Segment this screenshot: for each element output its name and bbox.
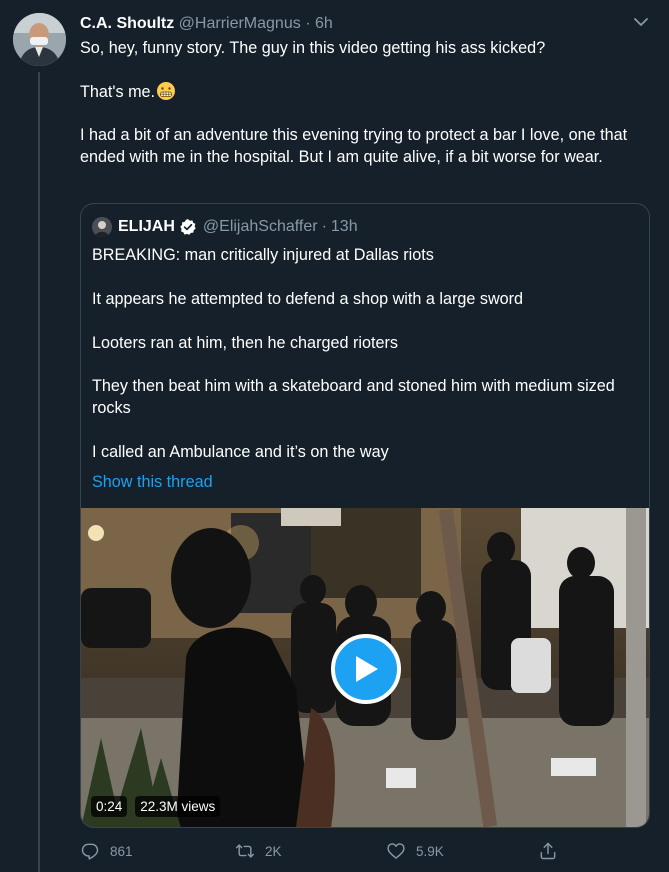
tweet-text-line1: So, hey, funny story. The guy in this vi… [80,39,546,57]
play-icon [356,656,378,682]
author-avatar-image [13,13,66,66]
quoted-paragraph: Looters ran at him, then he charged riot… [92,333,398,352]
verified-badge-icon [180,219,196,235]
reply-button[interactable]: 861 [80,841,133,861]
tweet-actions: 861 2K 5.9K [80,841,560,863]
heart-icon [387,843,405,859]
video-stats: 0:24 22.3M views [91,796,221,817]
quoted-tweet-header: ELIJAH @ElijahSchaffer · 13h [92,216,358,238]
separator-dot: · [305,15,311,32]
more-options-button[interactable] [631,12,651,32]
video-views: 22.3M views [135,796,221,817]
tweet-text-line2: That's me. [80,83,156,101]
quoted-paragraph: BREAKING: man critically injured at Dall… [92,246,434,264]
show-thread-link[interactable]: Show this thread [92,471,213,493]
quoted-paragraph: I called an Ambulance and it’s on the wa… [92,442,389,461]
like-button[interactable]: 5.9K [386,841,444,861]
author-name[interactable]: C.A. Shoultz [80,15,174,32]
author-avatar[interactable] [13,13,66,66]
quoted-tweet[interactable]: ELIJAH @ElijahSchaffer · 13h BREAKING: m… [80,203,650,828]
tweet-text-line3: I had a bit of an adventure this evening… [80,126,628,166]
grimacing-face-emoji [157,82,176,100]
author-handle[interactable]: @HarrierMagnus [179,15,301,32]
like-count: 5.9K [416,843,444,859]
tweet-time[interactable]: 6h [315,15,333,32]
quoted-separator-dot: · [321,218,327,235]
retweet-icon [235,844,255,858]
quoted-avatar-image [92,217,112,237]
quoted-author-avatar [92,217,112,237]
quoted-paragraph: They then beat him with a skateboard and… [92,377,615,418]
retweet-count: 2K [265,843,282,859]
quoted-tweet-text: BREAKING: man critically injured at Dall… [92,245,642,486]
reply-icon [81,843,99,860]
thread-line [38,72,40,872]
video-player[interactable]: 0:24 22.3M views [81,508,649,827]
play-button[interactable] [331,634,401,704]
quoted-author-name: ELIJAH [118,218,175,235]
quoted-paragraph: It appears he attempted to defend a shop… [92,289,524,308]
chevron-down-icon [634,18,648,26]
share-button[interactable] [538,841,558,861]
tweet-header: C.A. Shoultz @HarrierMagnus · 6h [80,13,333,35]
share-icon [540,842,556,860]
retweet-button[interactable]: 2K [235,841,282,861]
quoted-tweet-time: 13h [330,218,358,235]
video-duration: 0:24 [91,796,128,817]
reply-count: 861 [110,843,133,859]
tweet-text: So, hey, funny story. The guy in this vi… [80,38,650,190]
quoted-author-handle: @ElijahSchaffer [202,218,318,235]
